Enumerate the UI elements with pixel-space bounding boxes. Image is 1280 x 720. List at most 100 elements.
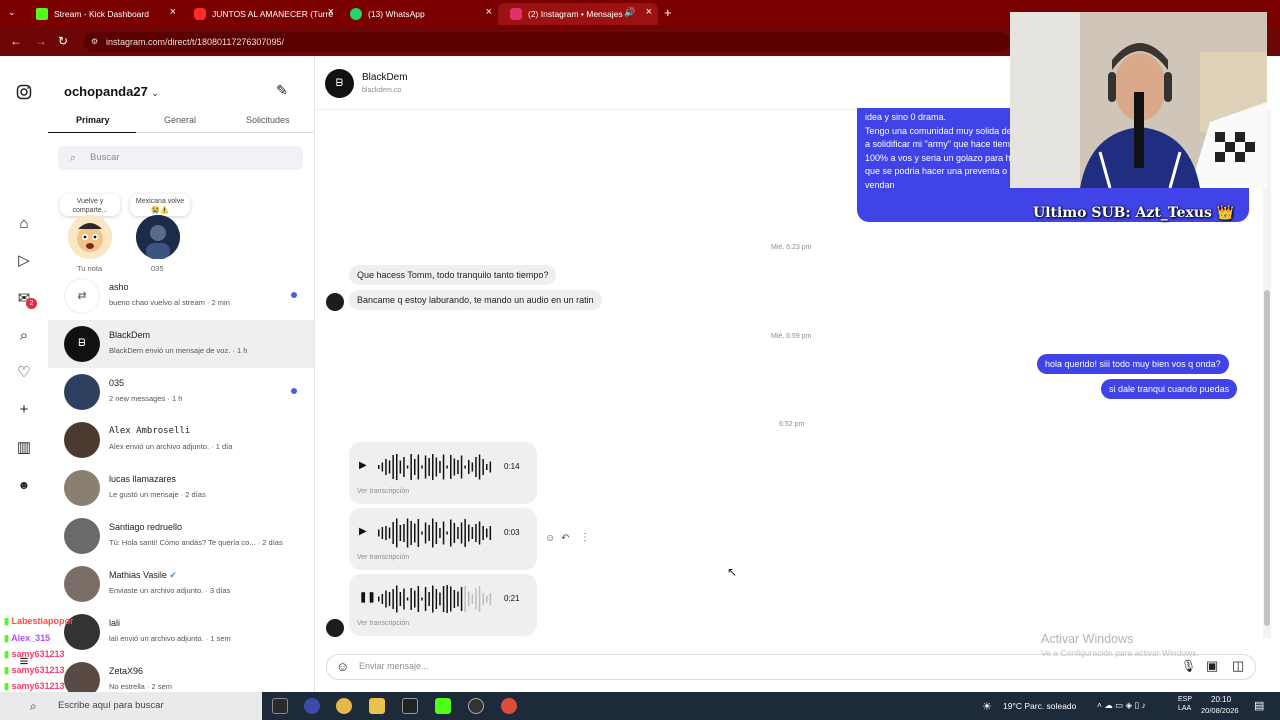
dashboard-icon[interactable]: ▥ xyxy=(15,439,33,457)
conversation-item[interactable]: lali lali envió un archivo adjunto. · 1 … xyxy=(48,608,314,656)
pause-icon[interactable]: ❚❚ xyxy=(359,592,376,603)
file-explorer-icon[interactable] xyxy=(369,698,385,714)
waveform-bar xyxy=(410,588,412,610)
home-icon[interactable]: ⌂ xyxy=(15,215,33,233)
waveform-bar xyxy=(478,521,481,545)
conversation-item[interactable]: Mathias Vasile ✔ Enviaste un archivo adj… xyxy=(48,560,314,608)
received-message-bubble[interactable]: Bancame q estoy laburando, te mando un a… xyxy=(349,290,602,310)
waveform-bar xyxy=(435,522,438,544)
tab-instagram[interactable]: (2) Instagram • Mensajes 🔊 × xyxy=(498,3,658,25)
tab-whatsapp[interactable]: (13) WhatsApp × xyxy=(338,3,498,25)
tab-label: (2) Instagram • Mensajes xyxy=(528,9,623,19)
close-icon[interactable]: × xyxy=(486,6,492,18)
close-icon[interactable]: × xyxy=(328,6,334,18)
tab-youtube[interactable]: JUNTOS AL AMANECER (Turre × xyxy=(182,3,340,25)
react-icon[interactable]: ☺ xyxy=(545,533,555,544)
note-bubble[interactable]: Vuelve y comparte... xyxy=(60,194,120,216)
message-input[interactable]: Enviar mensaje... xyxy=(359,661,429,671)
waveform[interactable] xyxy=(375,584,495,614)
conversation-item[interactable]: 035 2 new messages · 1 h xyxy=(48,368,314,416)
notifications-icon[interactable]: ▤ xyxy=(1254,699,1264,712)
voice-message[interactable]: ❚❚ 0:21 Ver transcripción xyxy=(349,574,537,636)
close-icon[interactable]: × xyxy=(646,6,652,18)
play-icon[interactable]: ▶ xyxy=(359,526,367,537)
play-icon[interactable]: ▶ xyxy=(359,460,367,471)
view-transcript-link[interactable]: Ver transcripción xyxy=(357,554,409,561)
waveform[interactable] xyxy=(375,452,495,482)
conversation-item[interactable]: ZetaX96 No estrella · 2 sem xyxy=(48,656,314,692)
new-tab-button[interactable]: + xyxy=(664,5,672,20)
taskbar-search[interactable]: ⌕ Escribe aquí para buscar xyxy=(0,692,262,720)
conversation-item[interactable]: Santiago redruello Tú: Hola santi! Cómo … xyxy=(48,512,314,560)
microphone-icon[interactable]: 🎙 xyxy=(1181,659,1196,673)
waveform-bar xyxy=(378,596,380,602)
waveform-bar xyxy=(442,586,445,612)
tray-icons[interactable]: ˄ ☁ ▭ ◈ ▯ ♪ xyxy=(1097,700,1146,711)
voice-message[interactable]: ▶ 0:14 Ver transcripción xyxy=(349,442,537,504)
chrome-icon[interactable] xyxy=(501,698,517,714)
reply-icon[interactable]: ↶ xyxy=(561,533,569,544)
create-icon[interactable]: + xyxy=(15,401,33,419)
conversation-item[interactable]: ⇄ asho bueno chao vuelvo al stream · 2 m… xyxy=(48,272,314,320)
address-bar[interactable]: ⚙ instagram.com/direct/t/180801172763070… xyxy=(84,32,1010,52)
back-icon[interactable]: ← xyxy=(10,34,22,48)
speaker-icon[interactable]: 🔊 xyxy=(624,7,635,18)
conversation-item-selected[interactable]: ᗷ BlackDem BlackDem envió un mensaje de … xyxy=(48,320,314,368)
clock-time[interactable]: 20:10 xyxy=(1211,695,1231,704)
task-view-icon[interactable] xyxy=(272,698,288,714)
voice-message[interactable]: ▶ 0:03 Ver transcripción xyxy=(349,508,537,570)
tab-primary[interactable]: Primary xyxy=(76,115,110,125)
chat-scrollbar[interactable] xyxy=(1263,110,1271,638)
language-indicator[interactable]: ESP LAA xyxy=(1178,695,1192,713)
received-message-bubble[interactable]: Que hacess Tomm, todo tranquilo tanto ti… xyxy=(349,265,557,285)
waveform-bar xyxy=(442,521,445,545)
divider xyxy=(136,132,314,133)
profile-avatar[interactable]: ☻ xyxy=(15,476,33,494)
close-icon[interactable]: × xyxy=(170,6,176,18)
sent-message-bubble[interactable]: hola querido! siii todo muy bien vos q o… xyxy=(1037,354,1229,374)
note-avatar-035[interactable] xyxy=(136,215,180,259)
obs-icon[interactable] xyxy=(304,698,320,714)
scrollbar-thumb[interactable] xyxy=(1264,290,1270,626)
waveform[interactable] xyxy=(375,518,495,548)
note-bubble[interactable]: Mexicana volve 😭⚠️ xyxy=(130,194,190,216)
chat-title[interactable]: BlackDem xyxy=(362,72,408,83)
app-icon[interactable] xyxy=(402,698,418,714)
my-note-avatar[interactable] xyxy=(68,215,112,259)
reels-icon[interactable]: ▷ xyxy=(15,252,33,270)
image-icon[interactable]: ▣ xyxy=(1206,658,1218,674)
waveform-bar xyxy=(486,595,488,603)
chrome-icon[interactable] xyxy=(336,698,352,714)
reload-icon[interactable]: ↻ xyxy=(58,34,68,48)
kick-icon: ▮ xyxy=(4,616,9,626)
search-input[interactable]: ⌕ Buscar xyxy=(58,146,303,170)
forward-icon[interactable]: → xyxy=(35,34,47,48)
conversation-preview: bueno chao vuelvo al stream · 2 min xyxy=(109,298,230,307)
sent-message-bubble[interactable]: si dale tranqui cuando puedas xyxy=(1101,379,1238,399)
instagram-logo-icon[interactable] xyxy=(15,84,33,102)
kick-icon[interactable] xyxy=(435,698,451,714)
heart-icon[interactable]: ♡ xyxy=(15,364,33,382)
view-transcript-link[interactable]: Ver transcripción xyxy=(357,620,409,627)
weather-text[interactable]: 19°C Parc. soleado xyxy=(1003,701,1076,711)
steam-icon[interactable] xyxy=(468,698,484,714)
clock-date[interactable]: 20/08/2026 xyxy=(1201,706,1239,715)
account-switcher[interactable]: ochopanda27 ⌄ xyxy=(64,84,159,99)
site-info-icon[interactable]: ⚙ xyxy=(91,32,98,52)
tab-kick[interactable]: Stream - Kick Dashboard × xyxy=(24,3,182,25)
tab-search-icon[interactable]: ⌄ xyxy=(8,7,16,18)
chat-avatar[interactable]: ᗷ xyxy=(325,69,354,98)
chat-username: samy631213 xyxy=(11,665,65,675)
tab-general[interactable]: General xyxy=(164,115,196,125)
conversation-item[interactable]: lucas llamazares Le gustó un mensaje · 2… xyxy=(48,464,314,512)
waveform-bar xyxy=(403,524,405,542)
tab-requests[interactable]: Solicitudes xyxy=(246,115,290,125)
more-options-icon[interactable]: ⋮ xyxy=(580,532,590,543)
waveform-bar xyxy=(475,588,477,610)
view-transcript-link[interactable]: Ver transcripción xyxy=(357,488,409,495)
emoji-icon[interactable]: ☺ xyxy=(336,659,349,674)
new-message-icon[interactable]: ✎ xyxy=(276,82,288,99)
conversation-item[interactable]: Alex Ambroselli Alex envió un archivo ad… xyxy=(48,416,314,464)
search-icon[interactable]: ⌕ xyxy=(15,327,33,345)
sticker-icon[interactable]: ◫ xyxy=(1232,658,1244,674)
